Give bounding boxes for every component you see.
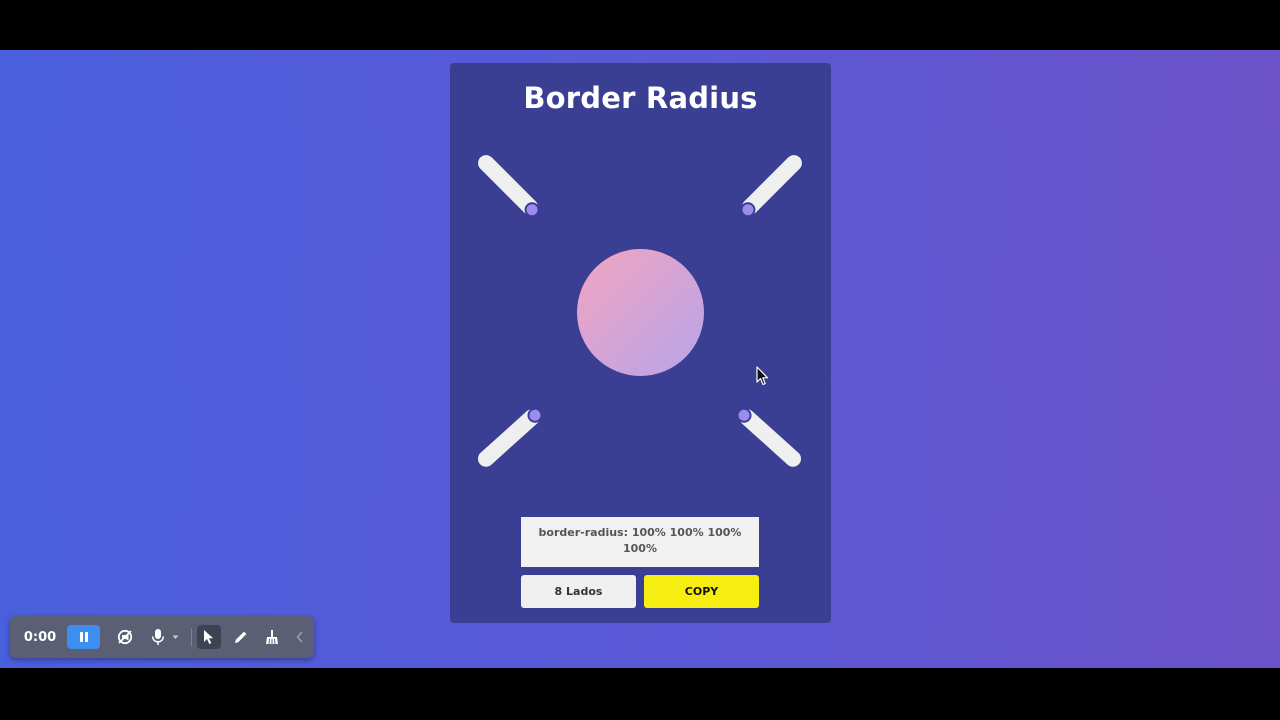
slider-thumb[interactable] bbox=[733, 404, 755, 426]
pause-icon bbox=[79, 632, 88, 642]
copy-button[interactable]: COPY bbox=[644, 575, 759, 608]
pen-icon bbox=[235, 631, 247, 643]
preview-shape bbox=[577, 249, 704, 376]
microphone-button[interactable] bbox=[148, 625, 168, 649]
slider-top-right[interactable] bbox=[736, 151, 806, 221]
collapse-toolbar-button[interactable] bbox=[293, 625, 307, 649]
slider-bottom-left[interactable] bbox=[474, 404, 546, 471]
screen-recorder-toolbar: 0:00 bbox=[10, 616, 314, 658]
camera-toggle-button[interactable] bbox=[113, 625, 137, 649]
broom-icon bbox=[266, 630, 278, 645]
css-output: border-radius: 100% 100% 100% 100% bbox=[521, 517, 759, 567]
slider-thumb[interactable] bbox=[736, 198, 759, 221]
microphone-icon bbox=[152, 629, 164, 645]
pointer-icon bbox=[204, 630, 214, 644]
pause-button[interactable] bbox=[67, 625, 100, 649]
microphone-options-button[interactable] bbox=[170, 625, 180, 649]
border-radius-card: Border Radius border-radius: 100% 100% 1… bbox=[450, 63, 831, 623]
toolbar-divider bbox=[191, 628, 192, 646]
chevron-left-icon bbox=[296, 631, 303, 643]
pen-tool-button[interactable] bbox=[229, 625, 253, 649]
camera-off-icon bbox=[117, 629, 133, 645]
page-viewport: Border Radius border-radius: 100% 100% 1… bbox=[0, 50, 1280, 668]
pointer-tool-button[interactable] bbox=[197, 625, 221, 649]
slider-bottom-right[interactable] bbox=[733, 404, 805, 471]
slider-top-left[interactable] bbox=[474, 151, 544, 221]
recording-timer: 0:00 bbox=[23, 629, 57, 645]
clear-drawings-button[interactable] bbox=[260, 625, 284, 649]
slider-thumb[interactable] bbox=[524, 404, 546, 426]
slider-thumb[interactable] bbox=[521, 198, 544, 221]
page-title: Border Radius bbox=[523, 81, 758, 115]
sides-button[interactable]: 8 Lados bbox=[521, 575, 636, 608]
chevron-down-icon bbox=[172, 635, 178, 639]
mouse-cursor-icon bbox=[756, 366, 769, 386]
